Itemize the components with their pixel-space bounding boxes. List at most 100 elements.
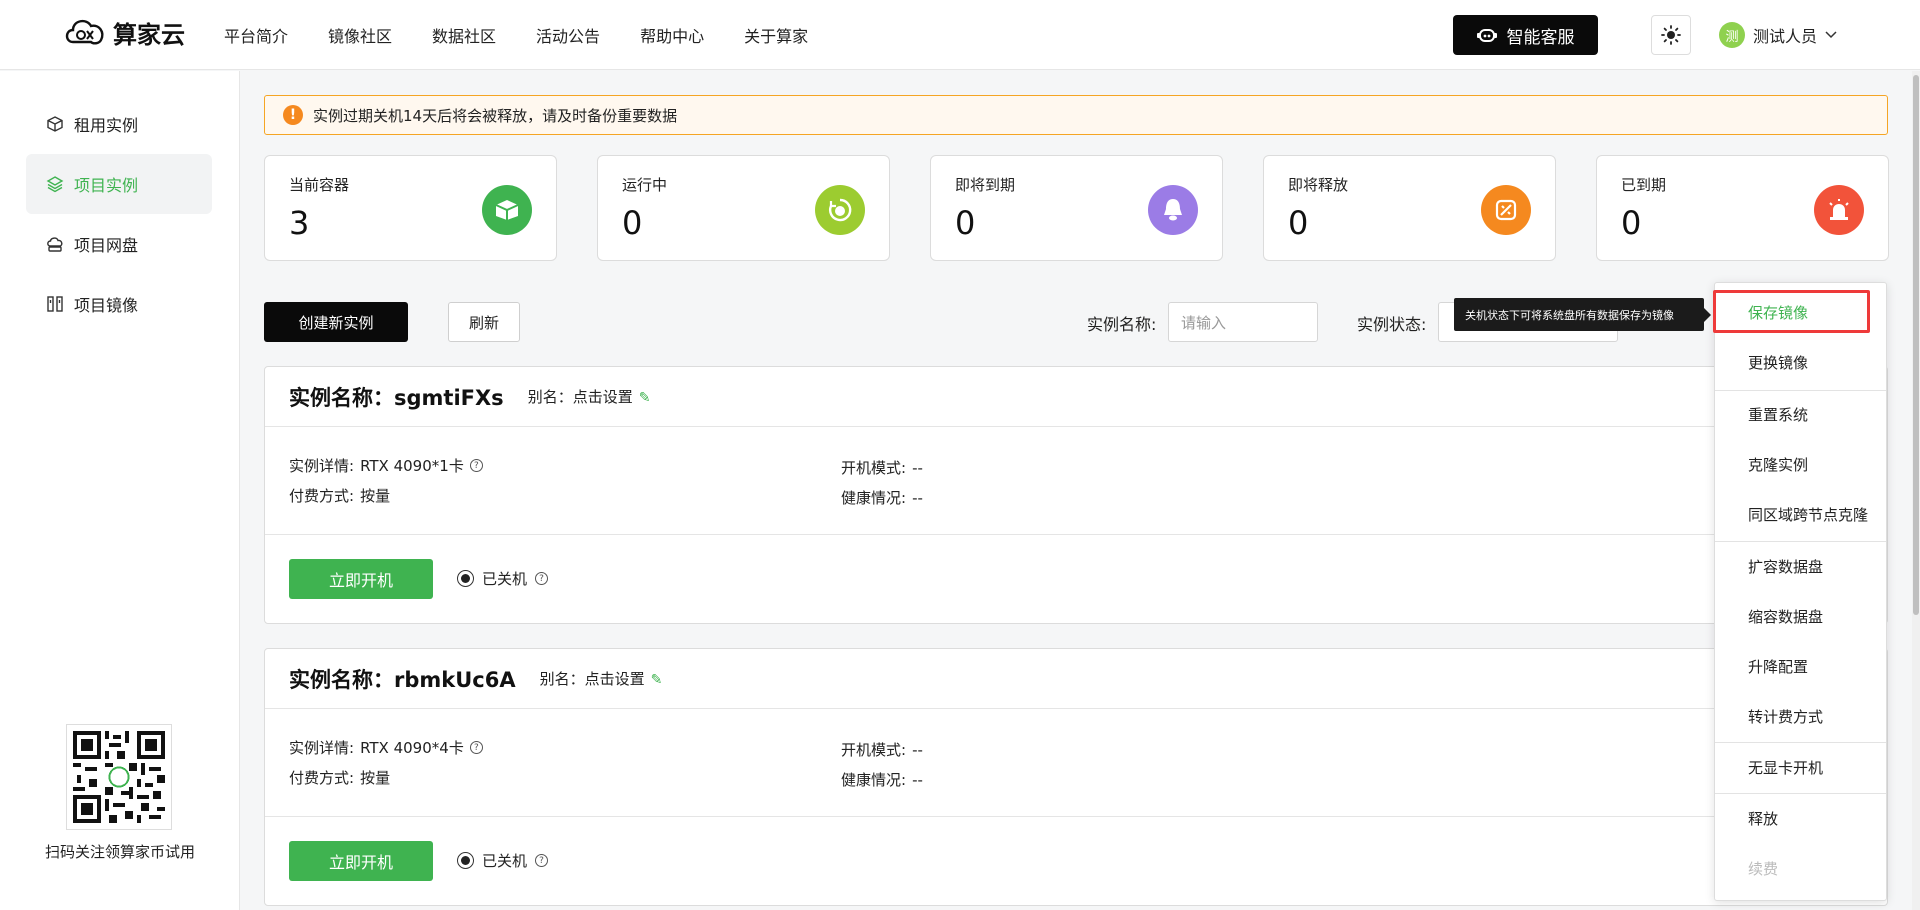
pay-row: 付费方式: 按量 (289, 485, 390, 506)
nav-item-image-community[interactable]: 镜像社区 (328, 23, 392, 47)
sidebar-item-rent-instances[interactable]: 租用实例 (26, 94, 212, 154)
instance-header: 实例名称：rbmkUc6A 别名：点击设置 ✎ (265, 649, 1887, 709)
sidebar-item-project-disk[interactable]: 项目网盘 (26, 214, 212, 274)
stat-label: 运行中 (622, 176, 668, 194)
menu-item-cross-node-clone[interactable]: 同区域跨节点克隆 (1715, 489, 1886, 539)
create-instance-button[interactable]: 创建新实例 (264, 302, 408, 342)
robot-icon (1476, 29, 1497, 42)
instance-details: 实例详情: RTX 4090*1卡 ? 付费方式: 按量 开机模式: -- 健康… (265, 427, 1887, 535)
main-nav: 平台简介 镜像社区 数据社区 活动公告 帮助中心 关于算家 (224, 0, 848, 70)
save-image-tooltip: 关机状态下可将系统盘所有数据保存为镜像 (1454, 298, 1711, 331)
menu-item-boot-no-gpu[interactable]: 无显卡开机 (1715, 742, 1886, 792)
sidebar-item-project-instances[interactable]: 项目实例 (26, 154, 212, 214)
alias-label: 别名：点击设置 (527, 388, 633, 406)
boot-row: 开机模式: -- (841, 739, 923, 760)
edit-icon[interactable]: ✎ (651, 672, 663, 688)
stat-value: 0 (955, 204, 976, 242)
theme-toggle-button[interactable] (1651, 15, 1691, 55)
menu-item-shrink-disk[interactable]: 缩容数据盘 (1715, 591, 1886, 641)
detail-row: 实例详情: RTX 4090*4卡 ? (289, 737, 483, 758)
pay-row: 付费方式: 按量 (289, 767, 390, 788)
health-label: 健康情况: (841, 489, 907, 507)
pay-label: 付费方式: (289, 487, 355, 505)
nav-item-announcements[interactable]: 活动公告 (536, 23, 600, 47)
chevron-down-icon (1825, 31, 1837, 39)
sidebar-item-project-images[interactable]: 项目镜像 (26, 274, 212, 334)
user-menu[interactable]: 测 测试人员 (1719, 22, 1837, 48)
scrollbar-thumb[interactable] (1913, 75, 1919, 615)
boot-value: -- (912, 458, 923, 477)
instance-footer: 立即开机 已关机 ? (265, 817, 1887, 907)
top-bar: 算家云 平台简介 镜像社区 数据社区 活动公告 帮助中心 关于算家 智能客服 测… (0, 0, 1920, 70)
cloud-disk-icon (47, 237, 63, 252)
stat-label: 已到期 (1621, 176, 1667, 194)
status-filter-label: 实例状态: (1357, 315, 1427, 334)
stat-label: 即将到期 (955, 176, 1016, 194)
pay-value: 按量 (360, 769, 391, 787)
edit-icon[interactable]: ✎ (639, 390, 651, 406)
pay-value: 按量 (360, 487, 391, 505)
stat-value: 0 (1288, 204, 1309, 242)
nav-item-help-center[interactable]: 帮助中心 (640, 23, 704, 47)
pay-label: 付费方式: (289, 769, 355, 787)
sun-icon (1661, 25, 1681, 45)
nav-item-data-community[interactable]: 数据社区 (432, 23, 496, 47)
health-label: 健康情况: (841, 771, 907, 789)
status-text: 已关机 (482, 570, 528, 588)
nav-item-platform-intro[interactable]: 平台简介 (224, 23, 288, 47)
sidebar-item-label: 项目镜像 (74, 296, 139, 315)
instance-title: 实例名称：rbmkUc6A (289, 667, 516, 692)
menu-item-change-billing[interactable]: 转计费方式 (1715, 691, 1886, 741)
warning-icon: ! (283, 105, 303, 125)
name-filter-input[interactable]: 请输入 (1168, 302, 1318, 342)
health-value: -- (912, 488, 923, 507)
status-indicator: 已关机 ? (457, 568, 549, 589)
bell-icon (1148, 185, 1198, 235)
help-icon[interactable]: ? (469, 459, 483, 472)
menu-item-change-image[interactable]: 更换镜像 (1715, 337, 1886, 387)
start-now-button[interactable]: 立即开机 (289, 841, 433, 881)
mirror-icon (47, 296, 63, 312)
alias-link[interactable]: 别名：点击设置 ✎ (528, 386, 651, 407)
layers-icon (46, 176, 64, 193)
health-value: -- (912, 770, 923, 789)
refresh-button[interactable]: 刷新 (448, 302, 520, 342)
menu-item-save-image[interactable]: 保存镜像 (1715, 287, 1886, 337)
detail-value: RTX 4090*1卡 (360, 457, 464, 475)
help-icon[interactable]: ? (535, 854, 549, 867)
sidebar-item-label: 项目网盘 (74, 236, 139, 255)
boot-label: 开机模式: (841, 459, 907, 477)
cube-icon (47, 116, 63, 132)
expiry-notice: ! 实例过期关机14天后将会被释放，请及时备份重要数据 (264, 95, 1888, 135)
menu-item-clone-instance[interactable]: 克隆实例 (1715, 439, 1886, 489)
menu-item-expand-disk[interactable]: 扩容数据盘 (1715, 541, 1886, 591)
menu-item-reset-system[interactable]: 重置系统 (1715, 389, 1886, 439)
detail-label: 实例详情: (289, 457, 355, 475)
sidebar-item-label: 租用实例 (74, 116, 139, 135)
help-icon[interactable]: ? (469, 741, 483, 754)
avatar: 测 (1719, 22, 1745, 48)
start-now-button[interactable]: 立即开机 (289, 559, 433, 599)
logo[interactable]: 算家云 (63, 14, 185, 50)
logo-icon (65, 19, 104, 45)
ai-service-button[interactable]: 智能客服 (1453, 15, 1598, 55)
stat-card-current: 当前容器 3 (264, 155, 557, 261)
brand-name: 算家云 (113, 20, 185, 49)
instance-footer: 立即开机 已关机 ? (265, 535, 1887, 625)
alias-link[interactable]: 别名：点击设置 ✎ (540, 668, 663, 689)
alarm-icon (1814, 185, 1864, 235)
help-icon[interactable]: ? (535, 572, 549, 585)
menu-item-release[interactable]: 释放 (1715, 793, 1886, 843)
status-dot-icon (457, 570, 474, 587)
health-row: 健康情况: -- (841, 769, 923, 790)
stat-card-running: 运行中 0 (597, 155, 890, 261)
name-filter-label: 实例名称: (1087, 315, 1157, 334)
menu-item-change-config[interactable]: 升降配置 (1715, 641, 1886, 691)
release-icon (1481, 185, 1531, 235)
nav-item-about[interactable]: 关于算家 (744, 23, 808, 47)
ai-service-label: 智能客服 (1506, 27, 1575, 48)
stat-card-releasing: 即将释放 0 (1263, 155, 1556, 261)
instance-details: 实例详情: RTX 4090*4卡 ? 付费方式: 按量 开机模式: -- 健康… (265, 709, 1887, 817)
stat-label: 当前容器 (289, 176, 350, 194)
status-text: 已关机 (482, 852, 528, 870)
